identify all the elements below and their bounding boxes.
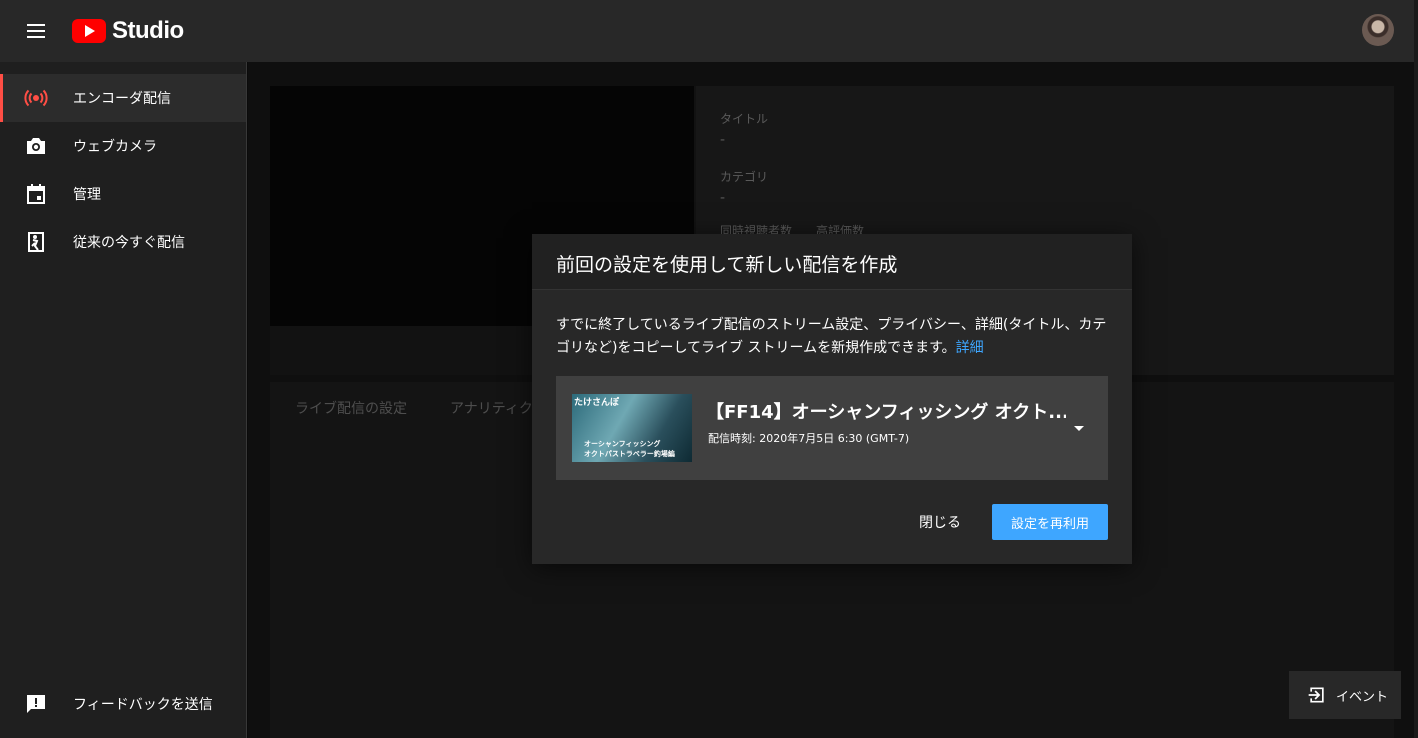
- hamburger-menu-icon[interactable]: [24, 19, 50, 43]
- stream-thumbnail: たけさんぽ オーシャンフィッシング オクトパストラベラー釣場編: [572, 394, 692, 462]
- sidebar: エンコーダ配信 ウェブカメラ 管理 従来の今すぐ配信 フィードバックを送信: [0, 62, 247, 738]
- dialog-title: 前回の設定を使用して新しい配信を作成: [556, 254, 898, 276]
- close-button[interactable]: 閉じる: [912, 506, 968, 538]
- calendar-icon: [27, 184, 45, 204]
- legacy-stream-icon: [28, 232, 44, 252]
- category-value: -: [720, 190, 726, 206]
- sidebar-item-label: 従来の今すぐ配信: [73, 235, 185, 251]
- youtube-studio-logo[interactable]: Studio: [72, 17, 184, 45]
- feedback-label: フィードバックを送信: [73, 697, 213, 713]
- stream-time: 配信時刻: 2020年7月5日 6:30 (GMT-7): [708, 432, 910, 445]
- previous-stream-select[interactable]: たけさんぽ オーシャンフィッシング オクトパストラベラー釣場編 【FF14】オー…: [556, 376, 1108, 480]
- details-link[interactable]: 詳細: [956, 340, 984, 356]
- thumbnail-text: オクトパストラベラー釣場編: [584, 450, 675, 458]
- event-button[interactable]: イベント: [1289, 671, 1401, 719]
- window-edge: [1414, 0, 1418, 738]
- title-label: タイトル: [720, 112, 769, 126]
- exit-icon: [1308, 687, 1324, 703]
- camera-icon: [27, 138, 45, 154]
- dialog-header: 前回の設定を使用して新しい配信を作成: [532, 234, 1132, 290]
- thumbnail-text: たけさんぽ: [574, 398, 620, 408]
- chevron-down-icon[interactable]: [1074, 426, 1084, 431]
- sidebar-item-label: エンコーダ配信: [73, 91, 171, 107]
- sidebar-item-label: ウェブカメラ: [73, 139, 157, 155]
- reuse-settings-dialog: 前回の設定を使用して新しい配信を作成 すでに終了しているライブ配信のストリーム設…: [532, 234, 1132, 564]
- event-label: イベント: [1336, 690, 1389, 705]
- sidebar-item-label: 管理: [73, 187, 101, 203]
- youtube-logo-icon: [72, 19, 106, 43]
- logo-text: Studio: [112, 17, 184, 44]
- avatar[interactable]: [1362, 14, 1394, 46]
- tab-stream-settings[interactable]: ライブ配信の設定: [295, 398, 407, 418]
- feedback-icon: [27, 695, 45, 713]
- sidebar-item-encoder-stream[interactable]: エンコーダ配信: [0, 74, 246, 122]
- live-broadcast-icon: [24, 89, 48, 107]
- sidebar-item-manage[interactable]: 管理: [0, 170, 246, 218]
- dialog-description-text: すでに終了しているライブ配信のストリーム設定、プライバシー、詳細(タイトル、カテ…: [556, 317, 1107, 356]
- dialog-description: すでに終了しているライブ配信のストリーム設定、プライバシー、詳細(タイトル、カテ…: [556, 314, 1116, 360]
- category-label: カテゴリ: [720, 170, 769, 184]
- thumbnail-text: オーシャンフィッシング: [584, 440, 661, 448]
- stream-title: 【FF14】オーシャンフィッシング オクト...: [706, 402, 1066, 423]
- top-bar: Studio: [0, 0, 1418, 62]
- sidebar-item-feedback[interactable]: フィードバックを送信: [0, 680, 246, 728]
- sidebar-item-legacy-stream[interactable]: 従来の今すぐ配信: [0, 218, 246, 266]
- sidebar-item-webcam[interactable]: ウェブカメラ: [0, 122, 246, 170]
- reuse-settings-button[interactable]: 設定を再利用: [992, 504, 1108, 540]
- title-value: -: [720, 132, 726, 148]
